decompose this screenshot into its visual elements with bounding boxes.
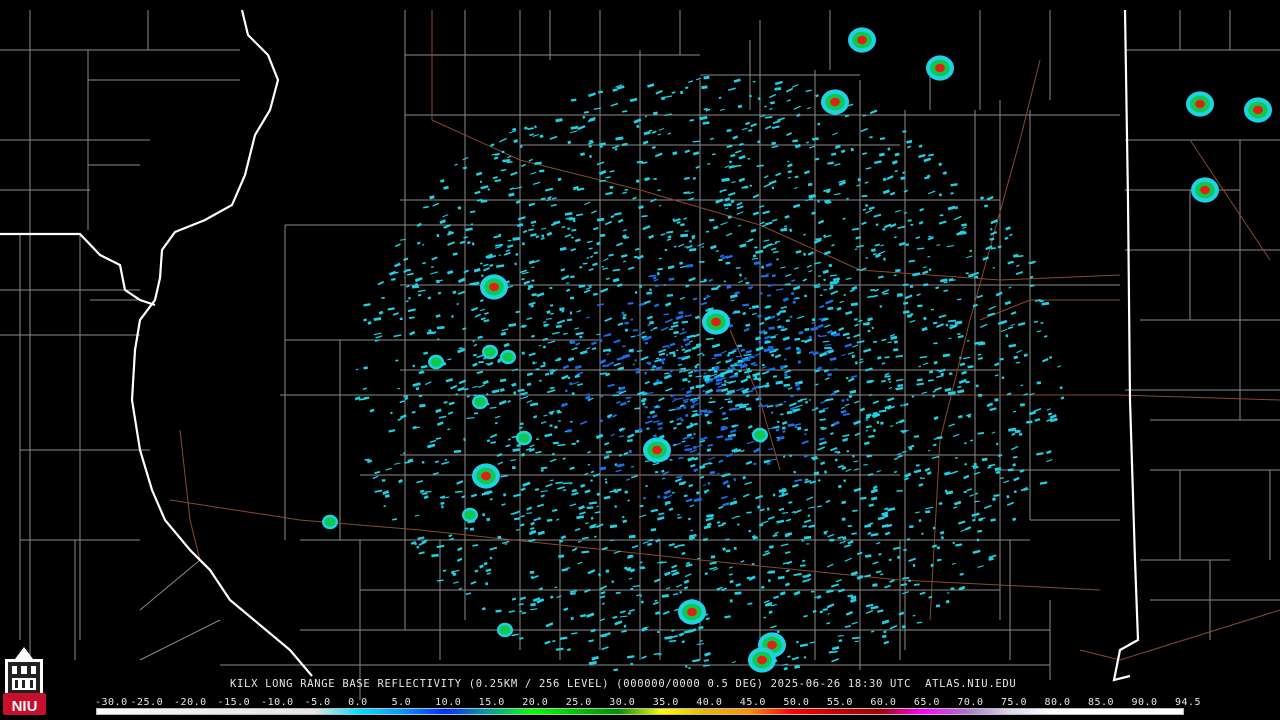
colorbar-tick-label: -25.0 <box>130 697 164 708</box>
colorbar-tick-label: 94.5 <box>1175 697 1202 708</box>
radar-site-marker <box>672 379 684 391</box>
colorbar-tick-label: 50.0 <box>783 697 810 708</box>
colorbar-tick-label: 35.0 <box>652 697 679 708</box>
colorbar-tick-label: 30.0 <box>609 697 636 708</box>
colorbar-tick-label: 75.0 <box>1000 697 1027 708</box>
radar-map <box>0 9 1280 700</box>
colorbar-tick-label: 60.0 <box>870 697 897 708</box>
colorbar-tick-label: 0.0 <box>348 697 368 708</box>
niu-logo: NIU <box>3 645 46 716</box>
state-boundaries <box>0 9 1140 682</box>
colorbar-tick-label: -5.0 <box>304 697 331 708</box>
colorbar-tick-label: 5.0 <box>391 697 412 708</box>
colorbar-tick-label: 10.0 <box>435 697 462 708</box>
colorbar-tick-label: 80.0 <box>1044 697 1071 708</box>
colorbar-tick-label: 65.0 <box>913 697 940 708</box>
highway-lines <box>169 10 1280 661</box>
colorbar-tick-label: 90.0 <box>1131 697 1158 708</box>
colorbar-tick-label: 70.0 <box>957 697 984 708</box>
reflectivity-colorbar <box>96 708 1184 715</box>
colorbar-tick-label: -20.0 <box>174 697 207 708</box>
colorbar-tick-label: 20.0 <box>522 697 549 708</box>
colorbar-tick-label: 40.0 <box>696 697 723 708</box>
product-caption: KILX LONG RANGE BASE REFLECTIVITY (0.25K… <box>230 678 1017 690</box>
colorbar-tick-label: -30.0 <box>95 697 128 708</box>
colorbar-tick-label: 15.0 <box>478 697 505 708</box>
svg-text:NIU: NIU <box>12 698 38 715</box>
colorbar-tick-label: 45.0 <box>739 697 766 708</box>
colorbar-tick-label: 55.0 <box>826 697 853 708</box>
colorbar-tick-label: 25.0 <box>565 697 592 708</box>
colorbar-tick-label: -10.0 <box>261 697 294 708</box>
colorbar-tick-label: -15.0 <box>217 697 251 708</box>
colorbar-tick-label: 85.0 <box>1087 697 1115 708</box>
